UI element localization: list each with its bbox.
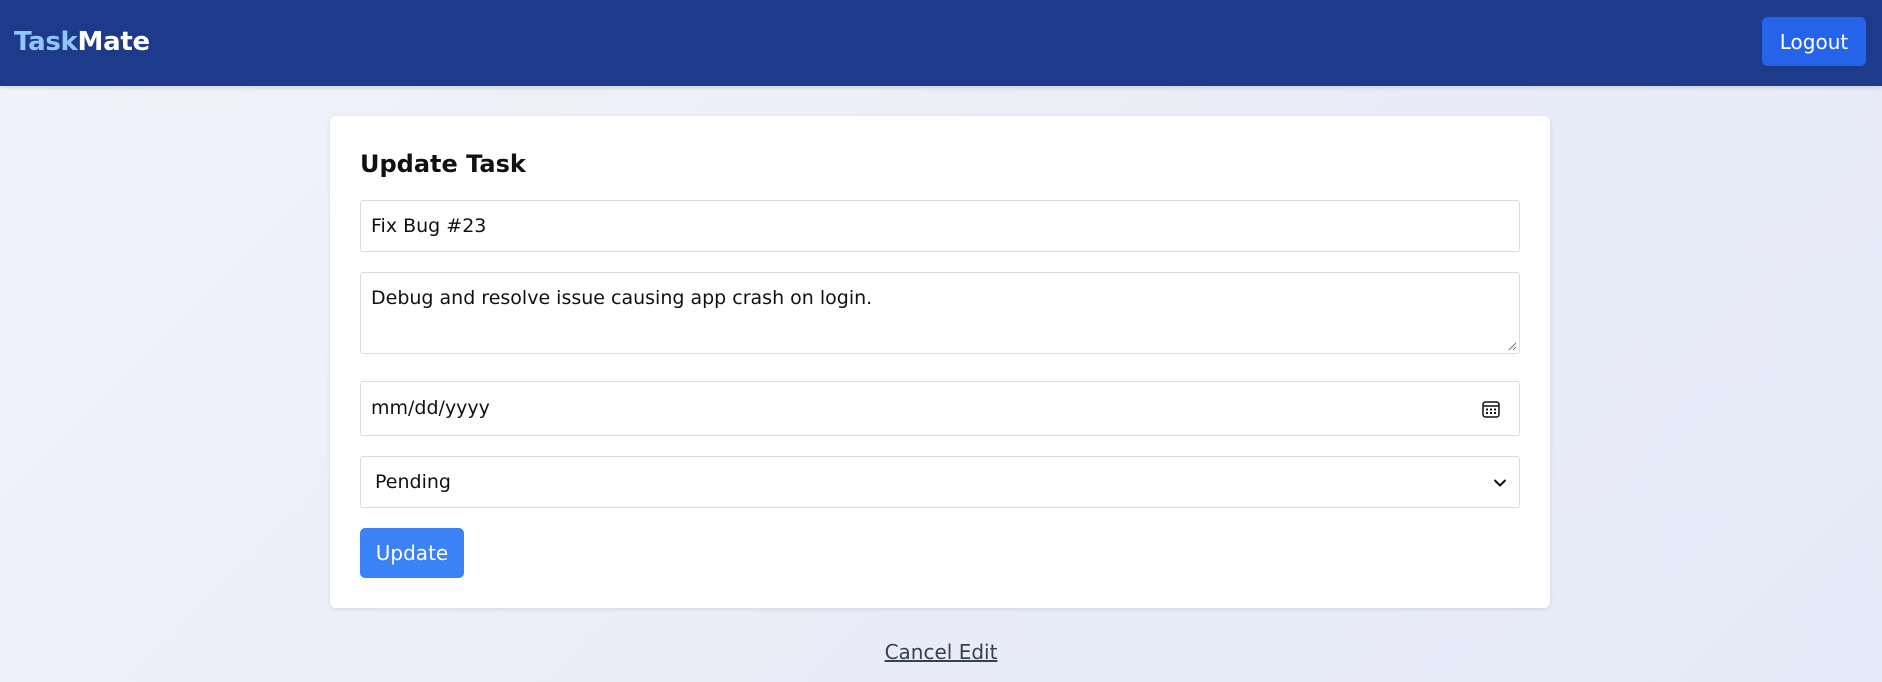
status-selected-value: Pending (375, 471, 451, 493)
cancel-edit-container: Cancel Edit (0, 640, 1882, 664)
due-date-input[interactable]: mm/dd/yyyy (360, 381, 1520, 436)
due-date-placeholder: mm/dd/yyyy (371, 397, 490, 419)
task-description-value: Debug and resolve issue causing app cras… (371, 287, 873, 309)
calendar-icon[interactable] (1481, 399, 1501, 419)
brand-logo-part2: Mate (77, 27, 151, 57)
chevron-down-icon (1494, 479, 1506, 487)
task-description-textarea[interactable]: Debug and resolve issue causing app cras… (360, 272, 1520, 354)
logout-button[interactable]: Logout (1762, 17, 1866, 66)
brand-logo-part1: Task (14, 27, 78, 57)
page-title: Update Task (360, 150, 526, 178)
update-task-card: Update Task Fix Bug #23 Debug and resolv… (330, 116, 1550, 608)
cancel-edit-link[interactable]: Cancel Edit (885, 640, 998, 664)
task-title-input[interactable]: Fix Bug #23 (360, 200, 1520, 252)
top-navbar: TaskMate Logout (0, 0, 1882, 86)
task-title-value: Fix Bug #23 (371, 215, 487, 237)
status-select[interactable]: Pending (360, 456, 1520, 508)
update-button[interactable]: Update (360, 528, 464, 578)
brand-logo[interactable]: TaskMate (14, 27, 150, 57)
resize-handle-icon[interactable] (1507, 341, 1517, 351)
